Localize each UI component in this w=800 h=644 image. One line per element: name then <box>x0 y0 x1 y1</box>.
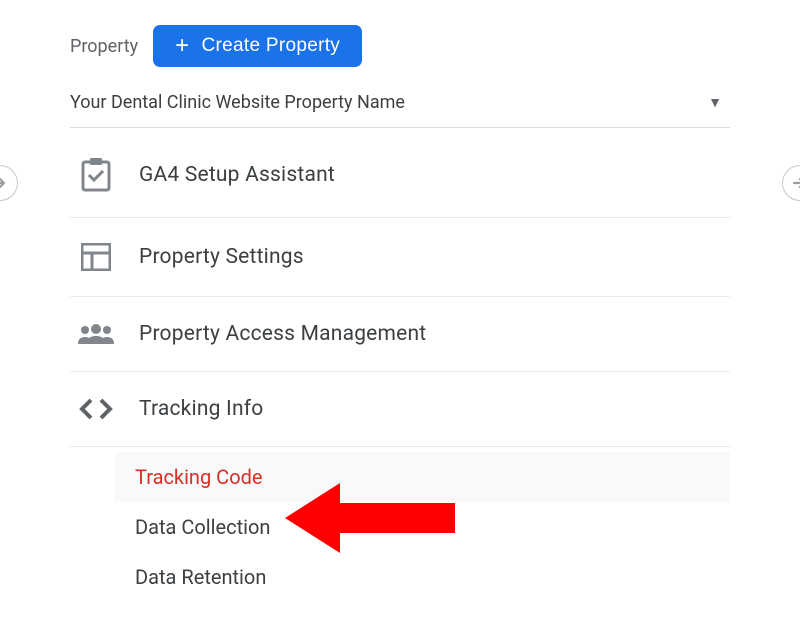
menu-label: Property Access Management <box>139 322 426 346</box>
sub-item-label: Data Retention <box>135 565 266 589</box>
sub-item-label: Data Collection <box>135 515 270 539</box>
sub-item-data-collection[interactable]: Data Collection <box>115 502 730 552</box>
arrow-right-icon <box>0 174 9 192</box>
property-header: Property + Create Property <box>70 25 730 67</box>
property-selector[interactable]: Your Dental Clinic Website Property Name… <box>70 92 730 128</box>
menu-item-access-management[interactable]: Property Access Management <box>70 297 730 372</box>
menu-label: Property Settings <box>139 245 304 269</box>
sub-item-tracking-code[interactable]: Tracking Code <box>115 452 730 502</box>
menu-item-property-settings[interactable]: Property Settings <box>70 218 730 297</box>
menu-item-tracking-info[interactable]: Tracking Info <box>70 372 730 447</box>
menu-label: GA4 Setup Assistant <box>139 163 335 187</box>
menu-item-tracking-info-section: Tracking Info Tracking Code Data Collect… <box>70 372 730 602</box>
tracking-info-submenu: Tracking Code Data Collection Data Reten… <box>115 452 730 602</box>
chevron-down-icon: ▼ <box>708 94 722 111</box>
property-menu: GA4 Setup Assistant Property Settings <box>70 133 730 602</box>
create-property-button[interactable]: + Create Property <box>153 25 362 67</box>
menu-item-ga4-setup[interactable]: GA4 Setup Assistant <box>70 133 730 218</box>
plus-icon: + <box>175 34 189 58</box>
people-icon <box>78 323 114 345</box>
sub-item-data-retention[interactable]: Data Retention <box>115 552 730 602</box>
clipboard-check-icon <box>78 158 114 192</box>
menu-label: Tracking Info <box>139 397 263 421</box>
create-property-label: Create Property <box>201 35 340 57</box>
arrow-right-icon <box>791 174 800 192</box>
code-icon <box>78 398 114 420</box>
layout-icon <box>78 243 114 271</box>
property-name: Your Dental Clinic Website Property Name <box>70 92 405 113</box>
property-column-label: Property <box>70 36 138 57</box>
sub-item-label: Tracking Code <box>135 465 262 489</box>
